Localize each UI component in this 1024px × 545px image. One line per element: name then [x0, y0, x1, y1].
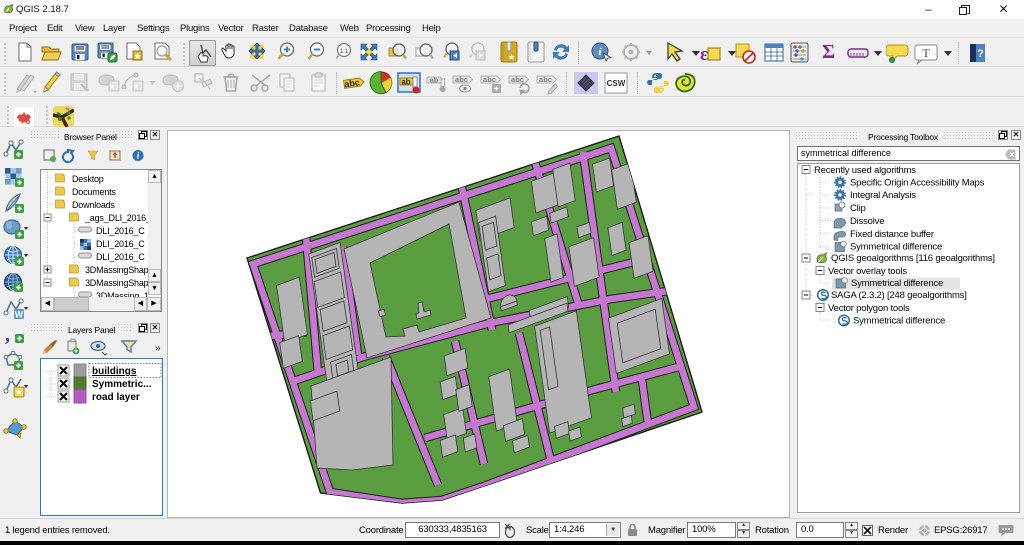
svg-text:abc: abc: [455, 75, 468, 84]
svg-text:Downloads: Downloads: [72, 200, 115, 210]
svg-text:road layer: road layer: [92, 392, 140, 403]
svg-text:Desktop: Desktop: [72, 174, 104, 184]
svg-text:Specific Origin Accessibility: Specific Origin Accessibility Maps: [850, 178, 985, 189]
svg-text:W: W: [15, 310, 24, 320]
svg-text:DLI_2016_C: DLI_2016_C: [96, 252, 145, 262]
svg-text:,: ,: [5, 324, 10, 346]
svg-text:Fixed distance buffer: Fixed distance buffer: [850, 229, 934, 240]
svg-text:DLI_2016_C: DLI_2016_C: [96, 226, 145, 236]
svg-text:Symmetric...: Symmetric...: [92, 379, 152, 390]
svg-text:QGIS geoalgorithms [116 geoalg: QGIS geoalgorithms [116 geoalgorithms]: [831, 253, 995, 264]
svg-text:abc: abc: [511, 75, 524, 84]
svg-text:Recently used algorithms: Recently used algorithms: [814, 165, 916, 176]
svg-text:abc: abc: [344, 77, 361, 89]
svg-text:abc: abc: [483, 75, 496, 84]
svg-text:Symmetrical difference: Symmetrical difference: [850, 242, 942, 253]
svg-text:_ags_DLI_2016_: _ags_DLI_2016_: [84, 213, 152, 223]
svg-text:ab: ab: [430, 76, 439, 85]
svg-text:T: T: [922, 46, 930, 60]
svg-text:Clip: Clip: [850, 203, 866, 214]
svg-text:Vector polygon tools: Vector polygon tools: [828, 303, 910, 314]
svg-text:3DMassingShape: 3DMassingShape: [85, 265, 153, 275]
svg-text:ab: ab: [401, 78, 410, 87]
svg-text:SAGA (2.3.2) [248 geoalgorithm: SAGA (2.3.2) [248 geoalgorithms]: [831, 290, 967, 301]
svg-text:1:1: 1:1: [340, 49, 349, 55]
svg-text:abc: abc: [539, 75, 552, 84]
svg-text:3DMassingShape: 3DMassingShape: [85, 278, 153, 288]
svg-text:CSW: CSW: [607, 79, 626, 88]
svg-text:Vector overlay tools: Vector overlay tools: [828, 266, 907, 277]
svg-text:Documents: Documents: [72, 187, 116, 197]
svg-text:Symmetrical difference: Symmetrical difference: [853, 316, 945, 327]
svg-text:Dissolve: Dissolve: [850, 216, 884, 227]
svg-text:Symmetrical difference: Symmetrical difference: [851, 278, 943, 289]
svg-text:buildings: buildings: [92, 366, 137, 377]
svg-text:ε: ε: [700, 44, 708, 65]
svg-text:?: ?: [977, 48, 984, 60]
svg-text:DLI_2016_C: DLI_2016_C: [96, 239, 145, 249]
svg-text:»: »: [155, 343, 161, 354]
svg-text:Integral Analysis: Integral Analysis: [850, 190, 916, 201]
